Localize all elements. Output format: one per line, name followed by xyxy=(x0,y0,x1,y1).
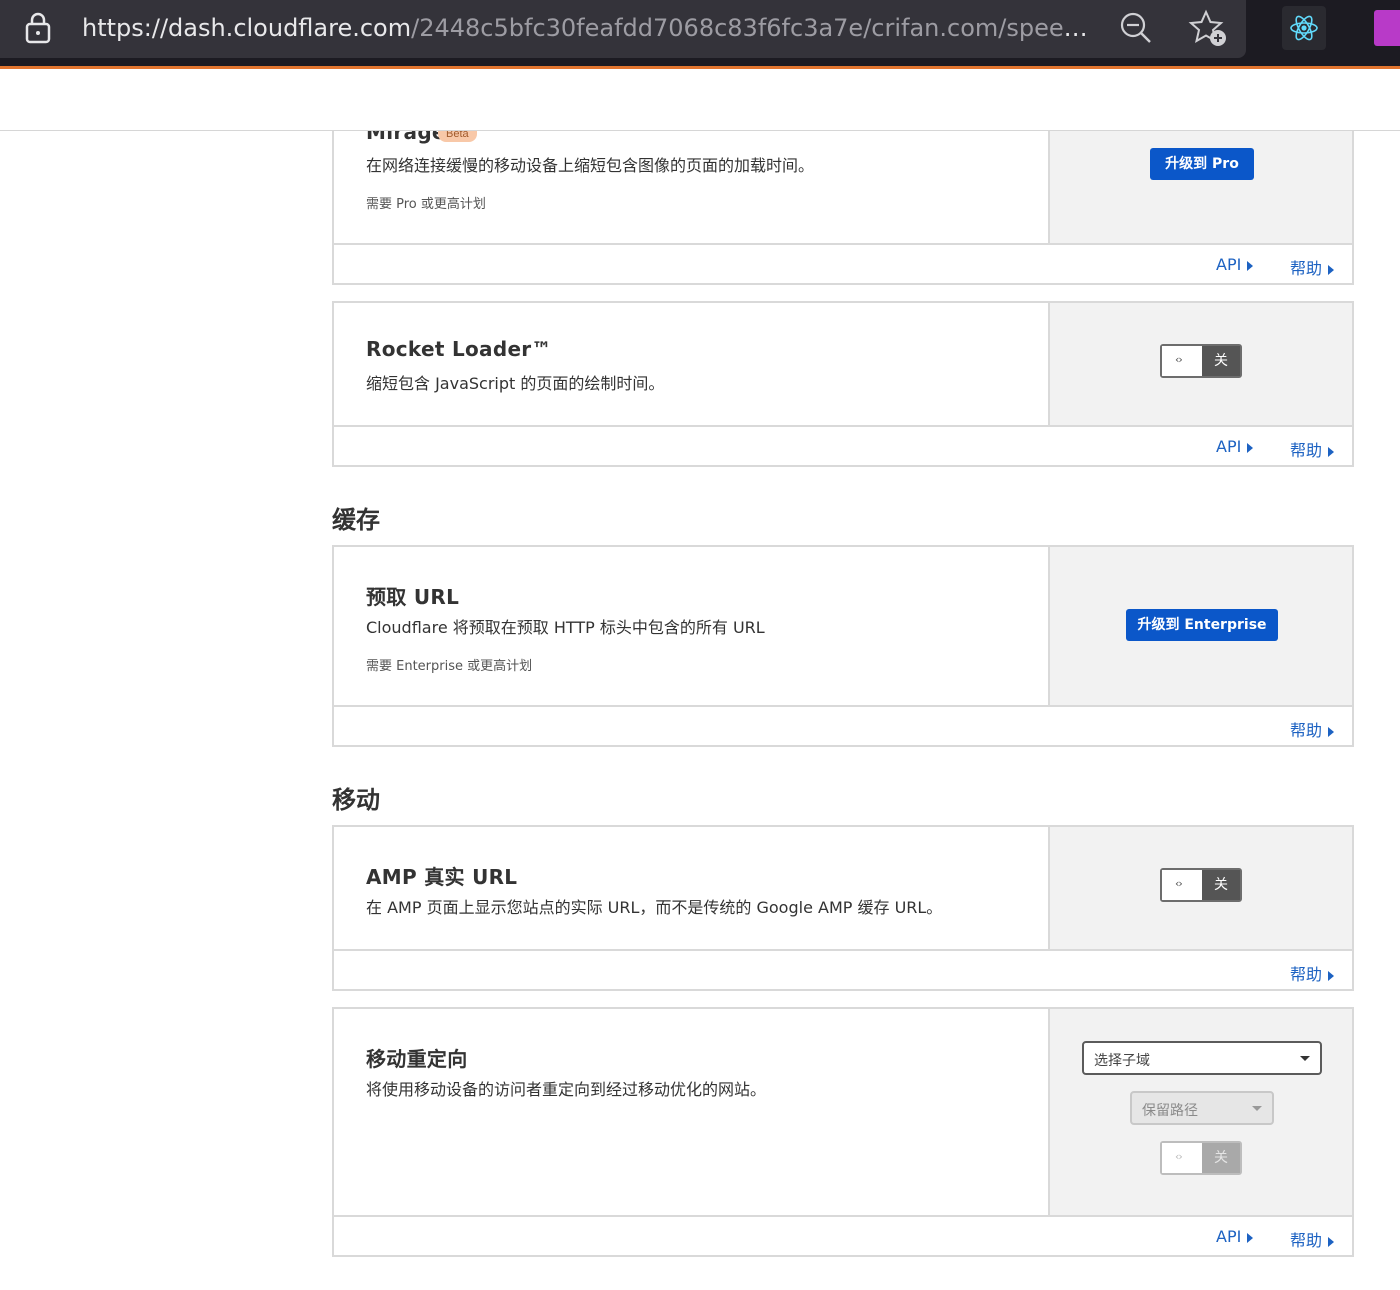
mirage-description: 在网络连接缓慢的移动设备上缩短包含图像的页面的加载时间。 xyxy=(366,156,815,175)
browser-toolbar: https://dash.cloudflare.com/2448c5bfc30f… xyxy=(0,0,1400,69)
toggle-state-label: 关 xyxy=(1202,1143,1240,1173)
url-path: /2448c5bfc30feafdd7068c83f6fc3a7e/crifan… xyxy=(411,14,1092,42)
address-bar[interactable]: https://dash.cloudflare.com/2448c5bfc30f… xyxy=(0,0,1246,58)
caret-right-icon xyxy=(1247,260,1254,271)
rocket-loader-help-link[interactable]: 帮助 xyxy=(1290,437,1335,461)
rocket-loader-title: Rocket Loader™ xyxy=(366,337,552,361)
caret-right-icon xyxy=(1328,1236,1335,1247)
prefetch-info: 预取 URL Cloudflare 将预取在预取 HTTP 标头中包含的所有 U… xyxy=(334,547,1050,705)
mobile-redirect-api-link[interactable]: API xyxy=(1216,1227,1254,1246)
caret-right-icon xyxy=(1247,442,1254,453)
toggle-state-label: 关 xyxy=(1202,870,1240,900)
mobile-section-heading: 移动 xyxy=(332,786,380,814)
subdomain-select[interactable]: 选择子域 xyxy=(1082,1041,1322,1075)
chevron-down-icon xyxy=(1300,1056,1310,1061)
mobile-redirect-toggle[interactable]: ‹› 关 xyxy=(1160,1141,1242,1175)
amp-description: 在 AMP 页面上显示您站点的实际 URL，而不是传统的 Google AMP … xyxy=(366,898,943,917)
preserve-path-select[interactable]: 保留路径 xyxy=(1130,1091,1274,1125)
cache-section-heading: 缓存 xyxy=(332,506,380,534)
lock-icon[interactable] xyxy=(24,12,52,44)
help-link-label: 帮助 xyxy=(1290,965,1323,984)
mobile-redirect-title: 移动重定向 xyxy=(366,1047,468,1071)
prefetch-plan-note: 需要 Enterprise 或更高计划 xyxy=(366,659,533,674)
mobile-redirect-card: 移动重定向 将使用移动设备的访问者重定向到经过移动优化的网站。 选择子域 保留路… xyxy=(332,1007,1354,1257)
api-link-label: API xyxy=(1216,255,1242,274)
mirage-help-link[interactable]: 帮助 xyxy=(1290,255,1335,279)
upgrade-to-pro-button[interactable]: 升级到 Pro xyxy=(1150,148,1254,180)
caret-right-icon xyxy=(1328,446,1335,457)
extension-icon[interactable] xyxy=(1374,10,1400,46)
zoom-out-icon[interactable] xyxy=(1118,10,1154,46)
prefetch-description: Cloudflare 将预取在预取 HTTP 标头中包含的所有 URL xyxy=(366,618,765,637)
mobile-redirect-info: 移动重定向 将使用移动设备的访问者重定向到经过移动优化的网站。 xyxy=(334,1009,1050,1215)
caret-right-icon xyxy=(1328,264,1335,275)
toggle-knob: ‹› xyxy=(1162,870,1202,900)
upgrade-to-enterprise-button[interactable]: 升级到 Enterprise xyxy=(1126,609,1278,641)
page-header-strip xyxy=(0,69,1400,131)
rocket-loader-info: Rocket Loader™ 缩短包含 JavaScript 的页面的绘制时间。 xyxy=(334,303,1050,425)
rocket-loader-api-link[interactable]: API xyxy=(1216,437,1254,456)
url-text[interactable]: https://dash.cloudflare.com/2448c5bfc30f… xyxy=(82,12,1092,44)
rocket-loader-card: Rocket Loader™ 缩短包含 JavaScript 的页面的绘制时间。… xyxy=(332,301,1354,467)
caret-right-icon xyxy=(1247,1232,1254,1243)
toggle-state-label: 关 xyxy=(1202,346,1240,376)
amp-real-url-card: AMP 真实 URL 在 AMP 页面上显示您站点的实际 URL，而不是传统的 … xyxy=(332,825,1354,991)
rocket-loader-toggle[interactable]: ‹› 关 xyxy=(1160,344,1242,378)
amp-help-link[interactable]: 帮助 xyxy=(1290,961,1335,985)
bookmark-star-icon[interactable] xyxy=(1188,8,1228,48)
amp-info: AMP 真实 URL 在 AMP 页面上显示您站点的实际 URL，而不是传统的 … xyxy=(334,827,1050,949)
prefetch-title: 预取 URL xyxy=(366,585,460,609)
mobile-redirect-description: 将使用移动设备的访问者重定向到经过移动优化的网站。 xyxy=(366,1080,767,1099)
prefetch-control: 升级到 Enterprise xyxy=(1050,547,1352,705)
amp-toggle[interactable]: ‹› 关 xyxy=(1160,868,1242,902)
help-link-label: 帮助 xyxy=(1290,721,1323,740)
toggle-knob: ‹› xyxy=(1162,1143,1202,1173)
chevron-down-icon xyxy=(1252,1106,1262,1111)
amp-control: ‹› 关 xyxy=(1050,827,1352,949)
mirage-api-link[interactable]: API xyxy=(1216,255,1254,274)
react-devtools-extension[interactable] xyxy=(1282,6,1326,50)
help-link-label: 帮助 xyxy=(1290,259,1323,278)
rocket-loader-control: ‹› 关 xyxy=(1050,303,1352,425)
mobile-redirect-control: 选择子域 保留路径 ‹› 关 xyxy=(1050,1009,1352,1215)
prefetch-url-card: 预取 URL Cloudflare 将预取在预取 HTTP 标头中包含的所有 U… xyxy=(332,545,1354,747)
subdomain-select-value: 选择子域 xyxy=(1094,1053,1150,1069)
prefetch-help-link[interactable]: 帮助 xyxy=(1290,717,1335,741)
help-link-label: 帮助 xyxy=(1290,441,1323,460)
api-link-label: API xyxy=(1216,1227,1242,1246)
toggle-arrows-icon: ‹› xyxy=(1175,1150,1183,1163)
toggle-knob: ‹› xyxy=(1162,346,1202,376)
preserve-path-select-value: 保留路径 xyxy=(1142,1103,1198,1119)
toggle-arrows-icon: ‹› xyxy=(1175,877,1183,890)
mobile-redirect-help-link[interactable]: 帮助 xyxy=(1290,1227,1335,1251)
caret-right-icon xyxy=(1328,970,1335,981)
react-icon xyxy=(1290,15,1318,41)
url-host: https://dash.cloudflare.com xyxy=(82,14,412,42)
mirage-plan-note: 需要 Pro 或更高计划 xyxy=(366,197,486,212)
rocket-loader-description: 缩短包含 JavaScript 的页面的绘制时间。 xyxy=(366,374,665,393)
help-link-label: 帮助 xyxy=(1290,1231,1323,1250)
toggle-arrows-icon: ‹› xyxy=(1175,353,1183,366)
caret-right-icon xyxy=(1328,726,1335,737)
api-link-label: API xyxy=(1216,437,1242,456)
amp-title: AMP 真实 URL xyxy=(366,865,518,889)
